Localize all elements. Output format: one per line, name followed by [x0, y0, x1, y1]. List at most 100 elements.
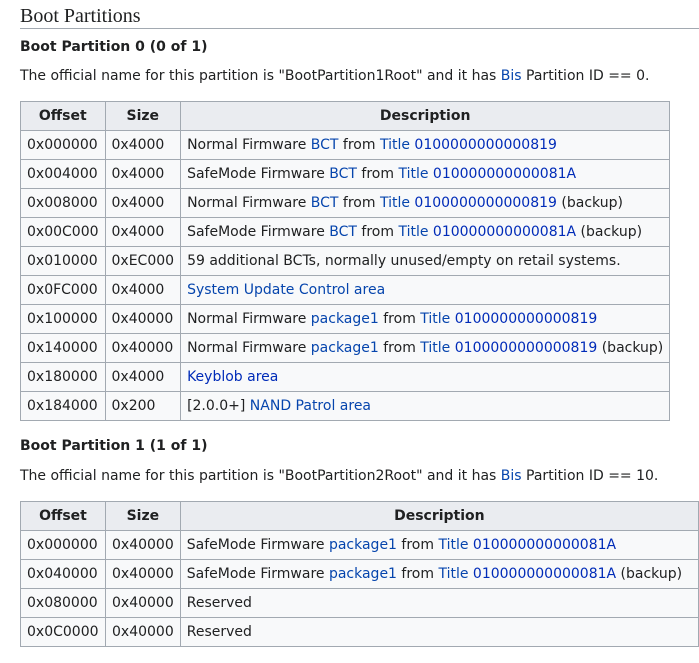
offset-header: Offset: [20, 101, 106, 131]
description-text: Normal Firmware: [187, 137, 311, 153]
description-text: from: [356, 166, 399, 182]
description-header: Description: [179, 501, 699, 531]
description-cell: SafeMode Firmware BCT from Title 0100000…: [180, 217, 671, 247]
table-row: 0x0FC000 0x4000 System Update Control area: [20, 275, 671, 305]
partition-0-heading: Boot Partition 0 (0 of 1): [20, 39, 208, 55]
description-text: SafeMode Firmware: [187, 224, 330, 240]
offset-cell: 0x010000: [20, 246, 106, 276]
offset-cell: 0x080000: [20, 588, 106, 618]
description-cell: System Update Control area: [180, 275, 671, 305]
description-text: from: [356, 224, 399, 240]
description-cell: Normal Firmware package1 from Title 0100…: [180, 304, 671, 334]
description-link[interactable]: Title: [398, 166, 428, 182]
description-text: SafeMode Firmware: [186, 537, 329, 553]
description-link[interactable]: Title: [420, 311, 450, 327]
description-link[interactable]: 010000000000081A: [433, 166, 576, 182]
table-row: 0x008000 0x4000 Normal Firmware BCT from T…: [20, 188, 671, 218]
description-text: from: [396, 537, 439, 553]
description-link[interactable]: package1: [311, 340, 379, 356]
description-cell: Normal Firmware package1 from Title 0100…: [180, 333, 671, 363]
partition-1-table: Offset Size Description 0x000000 0x40000 S…: [20, 501, 699, 647]
description-link[interactable]: 010000000000081A: [473, 566, 616, 582]
table-row: 0x180000 0x4000 Keyblob area: [20, 362, 671, 392]
offset-cell: 0x00C000: [20, 217, 106, 247]
description-link[interactable]: Title: [380, 137, 410, 153]
description-text: 59 additional BCTs, normally unused/empt…: [187, 253, 621, 269]
size-cell: 0x40000: [104, 304, 182, 334]
size-cell: 0x4000: [104, 217, 182, 247]
description-text: Reserved: [186, 595, 252, 611]
description-link[interactable]: BCT: [311, 137, 339, 153]
description-header: Description: [180, 101, 671, 131]
table-row: 0x184000 0x200 [2.0.0+] NAND Patrol area: [20, 391, 671, 421]
description-link[interactable]: Title: [438, 537, 468, 553]
offset-cell: 0x184000: [20, 391, 106, 421]
partition-1-desc-prefix: The official name for this partition is …: [20, 468, 501, 484]
description-link[interactable]: Title: [398, 224, 428, 240]
description-cell: [2.0.0+] NAND Patrol area: [180, 391, 671, 421]
offset-cell: 0x140000: [20, 333, 106, 363]
description-text: SafeMode Firmware: [186, 566, 329, 582]
size-cell: 0x40000: [105, 559, 181, 589]
description-cell: Keyblob area: [180, 362, 671, 392]
description-text: Reserved: [186, 624, 252, 640]
description-link[interactable]: package1: [329, 566, 397, 582]
description-link[interactable]: 0100000000000819: [414, 137, 557, 153]
offset-cell: 0x040000: [20, 559, 106, 589]
description-link[interactable]: BCT: [329, 224, 357, 240]
size-cell: 0x4000: [104, 275, 182, 305]
partition-1-desc-suffix: Partition ID == 10.: [521, 468, 659, 484]
description-cell: Normal Firmware BCT from Title 010000000…: [180, 130, 671, 160]
description-cell: Reserved: [179, 617, 699, 647]
description-link[interactable]: System Update Control area: [187, 282, 385, 298]
description-link[interactable]: Keyblob area: [187, 369, 278, 385]
description-link[interactable]: BCT: [329, 166, 357, 182]
wiki-content: Boot Partitions Boot Partition 0 (0 of 1…: [20, 0, 699, 647]
description-text: Normal Firmware: [187, 340, 311, 356]
partition-0-rows: 0x000000 0x4000 Normal Firmware BCT from T…: [20, 130, 671, 421]
section-heading: Boot Partitions: [20, 0, 699, 29]
offset-cell: 0x100000: [20, 304, 106, 334]
table-row: 0x00C000 0x4000 SafeMode Firmware BCT from…: [20, 217, 671, 247]
description-link[interactable]: NAND Patrol area: [250, 398, 371, 414]
table-header-row: Offset Size Description: [20, 101, 671, 131]
table-row: 0x0C0000 0x40000 Reserved: [20, 617, 699, 647]
table-row: 0x004000 0x4000 SafeMode Firmware BCT from…: [20, 159, 671, 189]
description-cell: SafeMode Firmware package1 from Title 01…: [179, 530, 699, 560]
description-link[interactable]: package1: [329, 537, 397, 553]
description-text: Normal Firmware: [187, 311, 311, 327]
size-header: Size: [104, 101, 182, 131]
partition-0-description: The official name for this partition is …: [20, 67, 649, 85]
description-link[interactable]: package1: [311, 311, 379, 327]
offset-cell: 0x008000: [20, 188, 106, 218]
description-link[interactable]: Title: [438, 566, 468, 582]
offset-cell: 0x180000: [20, 362, 106, 392]
partition-1-description: The official name for this partition is …: [20, 467, 658, 485]
description-link[interactable]: 010000000000081A: [473, 537, 616, 553]
description-cell: 59 additional BCTs, normally unused/empt…: [180, 246, 671, 276]
partition-0-table: Offset Size Description 0x000000 0x4000 No…: [20, 101, 671, 421]
description-text: SafeMode Firmware: [187, 166, 330, 182]
table-row: 0x000000 0x4000 Normal Firmware BCT from T…: [20, 130, 671, 160]
description-link[interactable]: 0100000000000819: [414, 195, 557, 211]
description-text: from: [338, 195, 380, 211]
table-row: 0x010000 0xEC000 59 additional BCTs, norma…: [20, 246, 671, 276]
description-cell: SafeMode Firmware BCT from Title 0100000…: [180, 159, 671, 189]
description-text: Normal Firmware: [187, 195, 311, 211]
description-link[interactable]: 0100000000000819: [455, 311, 598, 327]
description-link[interactable]: BCT: [311, 195, 339, 211]
description-cell: Reserved: [179, 588, 699, 618]
size-cell: 0xEC000: [104, 246, 182, 276]
description-text: (backup): [576, 224, 643, 240]
offset-header: Offset: [20, 501, 106, 531]
description-link[interactable]: 0100000000000819: [455, 340, 598, 356]
bis-link[interactable]: Bis: [501, 68, 522, 84]
size-cell: 0x40000: [104, 333, 182, 363]
description-link[interactable]: Title: [420, 340, 450, 356]
table-row: 0x040000 0x40000 SafeMode Firmware package…: [20, 559, 699, 589]
bis-link[interactable]: Bis: [501, 468, 522, 484]
description-text: from: [378, 340, 421, 356]
size-cell: 0x40000: [105, 617, 181, 647]
description-link[interactable]: 010000000000081A: [433, 224, 576, 240]
description-link[interactable]: Title: [380, 195, 410, 211]
